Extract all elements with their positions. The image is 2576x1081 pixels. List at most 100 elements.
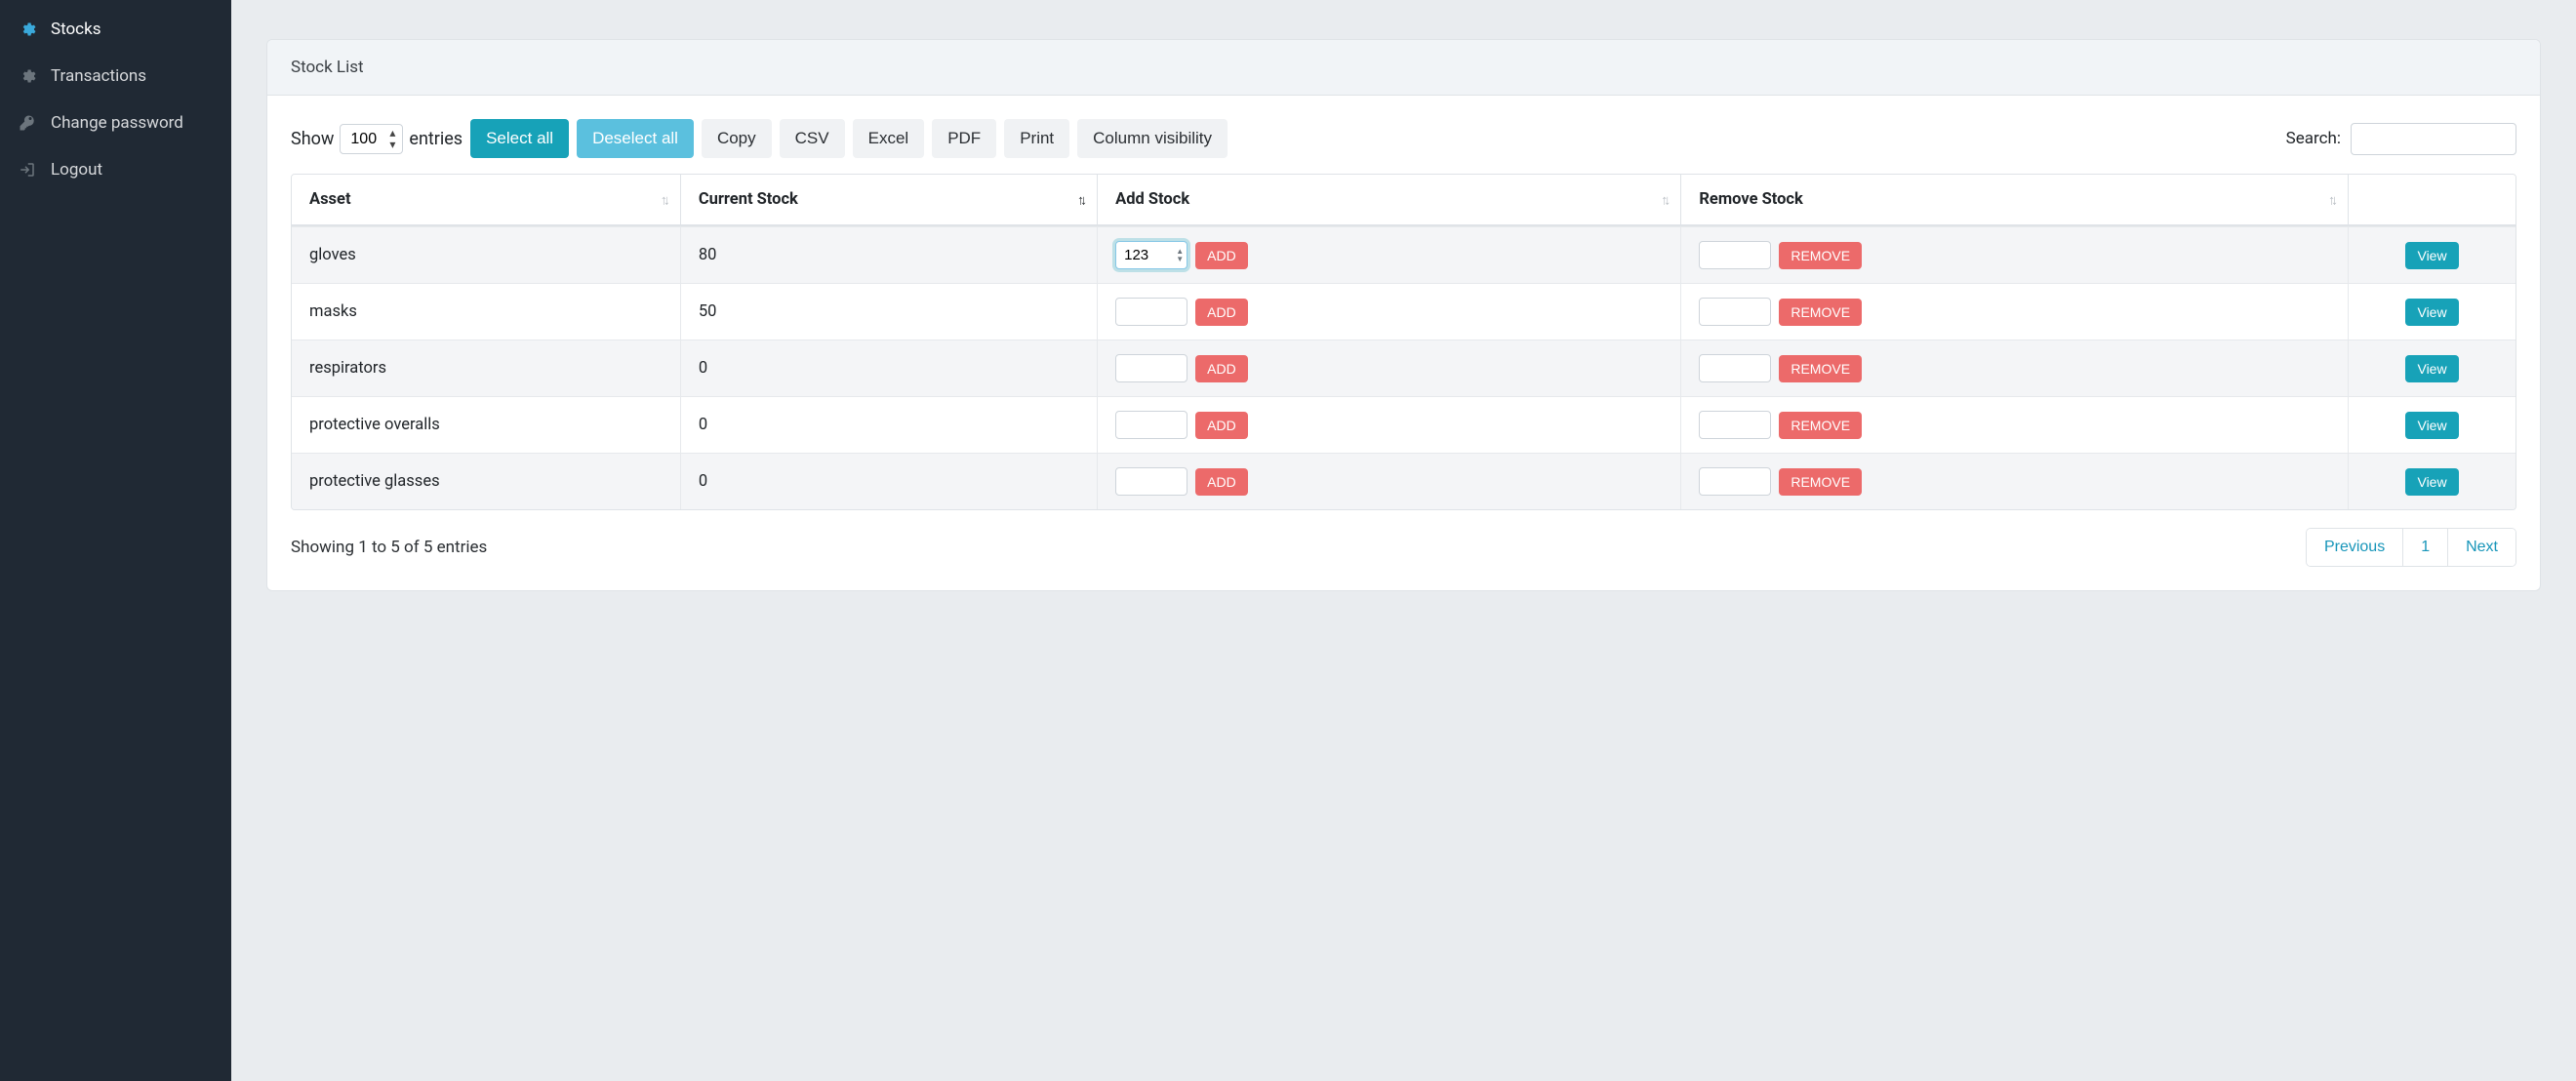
length-control: Show 100 ▴▾ entries	[291, 124, 463, 154]
sidebar-item-label: Change password	[51, 113, 183, 133]
cell-actions: View	[2349, 283, 2516, 340]
cell-add-stock: ADD	[1098, 396, 1681, 453]
remove-button[interactable]: REMOVE	[1779, 299, 1862, 326]
remove-button[interactable]: REMOVE	[1779, 242, 1862, 269]
cell-actions: View	[2349, 396, 2516, 453]
sidebar-item-transactions[interactable]: Transactions	[0, 53, 231, 100]
cell-actions: View	[2349, 340, 2516, 396]
sidebar-item-label: Transactions	[51, 66, 146, 86]
sidebar-item-change-password[interactable]: Change password	[0, 100, 231, 146]
deselect-all-button[interactable]: Deselect all	[577, 119, 694, 158]
cell-add-stock: ▲▼ADD	[1098, 226, 1681, 283]
remove-stock-input[interactable]	[1699, 467, 1771, 496]
next-button[interactable]: Next	[2448, 529, 2516, 566]
sort-icon: ↑↓	[1661, 191, 1667, 208]
remove-button[interactable]: REMOVE	[1779, 355, 1862, 382]
cell-current-stock: 0	[681, 396, 1098, 453]
view-button[interactable]: View	[2405, 468, 2458, 496]
add-button[interactable]: ADD	[1195, 242, 1248, 269]
page-1-button[interactable]: 1	[2403, 529, 2448, 566]
table-footer: Showing 1 to 5 of 5 entries Previous 1 N…	[291, 528, 2516, 567]
table-row: gloves80▲▼ADD REMOVE View	[292, 226, 2516, 283]
cell-add-stock: ADD	[1098, 283, 1681, 340]
cell-remove-stock: REMOVE	[1681, 453, 2349, 509]
col-remove-stock-label: Remove Stock	[1699, 190, 1802, 209]
col-current-stock-label: Current Stock	[699, 190, 798, 209]
search-input[interactable]	[2351, 123, 2516, 155]
add-button[interactable]: ADD	[1195, 355, 1248, 382]
view-button[interactable]: View	[2405, 242, 2458, 269]
cell-asset: gloves	[292, 226, 681, 283]
stock-list-card: Stock List Show 100 ▴▾ entries Select al…	[266, 39, 2541, 591]
add-stock-input[interactable]	[1115, 411, 1187, 439]
card-body: Show 100 ▴▾ entries Select all Deselect …	[267, 96, 2540, 590]
entries-label: entries	[409, 129, 463, 149]
card-title: Stock List	[291, 58, 364, 77]
add-stock-input[interactable]	[1115, 241, 1187, 269]
add-button[interactable]: ADD	[1195, 299, 1248, 326]
add-stock-input[interactable]	[1115, 354, 1187, 382]
sidebar-item-stocks[interactable]: Stocks	[0, 6, 231, 53]
pdf-button[interactable]: PDF	[932, 119, 996, 158]
cell-remove-stock: REMOVE	[1681, 340, 2349, 396]
cogs-icon	[18, 67, 37, 85]
key-icon	[18, 114, 37, 132]
select-all-button[interactable]: Select all	[470, 119, 569, 158]
cell-asset: masks	[292, 283, 681, 340]
add-stock-input[interactable]	[1115, 467, 1187, 496]
add-button[interactable]: ADD	[1195, 468, 1248, 496]
cell-remove-stock: REMOVE	[1681, 226, 2349, 283]
col-asset[interactable]: Asset ↑↓	[292, 175, 681, 226]
sidebar-item-label: Logout	[51, 160, 102, 180]
cell-current-stock: 0	[681, 340, 1098, 396]
table-row: respirators0ADDREMOVEView	[292, 340, 2516, 396]
remove-stock-input[interactable]	[1699, 241, 1771, 269]
pagination: Previous 1 Next	[2306, 528, 2516, 567]
logout-icon	[18, 161, 37, 179]
table-info: Showing 1 to 5 of 5 entries	[291, 538, 487, 557]
csv-button[interactable]: CSV	[780, 119, 845, 158]
add-button[interactable]: ADD	[1195, 412, 1248, 439]
remove-stock-input[interactable]	[1699, 411, 1771, 439]
print-button[interactable]: Print	[1004, 119, 1069, 158]
main-content: Stock List Show 100 ▴▾ entries Select al…	[231, 0, 2576, 1081]
view-button[interactable]: View	[2405, 412, 2458, 439]
previous-button[interactable]: Previous	[2307, 529, 2403, 566]
copy-button[interactable]: Copy	[702, 119, 772, 158]
table-row: protective glasses0 ADD REMOVE View	[292, 453, 2516, 509]
sort-icon: ↑↓	[1077, 191, 1083, 208]
remove-stock-input[interactable]	[1699, 354, 1771, 382]
stock-table: Asset ↑↓ Current Stock ↑↓ Add Stock ↑↓	[291, 174, 2516, 510]
col-remove-stock[interactable]: Remove Stock ↑↓	[1681, 175, 2349, 226]
remove-button[interactable]: REMOVE	[1779, 468, 1862, 496]
remove-button[interactable]: REMOVE	[1779, 412, 1862, 439]
search-label: Search:	[2286, 129, 2341, 148]
sort-icon: ↑↓	[661, 191, 666, 208]
add-stock-input[interactable]	[1115, 298, 1187, 326]
excel-button[interactable]: Excel	[853, 119, 925, 158]
remove-stock-input[interactable]	[1699, 298, 1771, 326]
cell-asset: protective glasses	[292, 453, 681, 509]
cell-remove-stock: REMOVE	[1681, 283, 2349, 340]
view-button[interactable]: View	[2405, 355, 2458, 382]
sidebar-item-logout[interactable]: Logout	[0, 146, 231, 193]
cell-add-stock: ADD	[1098, 453, 1681, 509]
view-button[interactable]: View	[2405, 299, 2458, 326]
col-add-stock[interactable]: Add Stock ↑↓	[1098, 175, 1681, 226]
cogs-icon	[18, 20, 37, 38]
cell-remove-stock: REMOVE	[1681, 396, 2349, 453]
column-visibility-button[interactable]: Column visibility	[1077, 119, 1228, 158]
card-header: Stock List	[267, 40, 2540, 96]
show-label: Show	[291, 129, 334, 149]
table-toolbar: Show 100 ▴▾ entries Select all Deselect …	[291, 119, 2516, 158]
col-current-stock[interactable]: Current Stock ↑↓	[681, 175, 1098, 226]
col-actions	[2349, 175, 2516, 226]
sidebar: Stocks Transactions Change password Logout	[0, 0, 231, 1081]
sort-icon: ↑↓	[2328, 191, 2334, 208]
cell-asset: protective overalls	[292, 396, 681, 453]
cell-current-stock: 0	[681, 453, 1098, 509]
length-select[interactable]: 100	[340, 124, 403, 154]
cell-actions: View	[2349, 226, 2516, 283]
cell-current-stock: 80	[681, 226, 1098, 283]
table-row: protective overalls0 ADD REMOVE View	[292, 396, 2516, 453]
